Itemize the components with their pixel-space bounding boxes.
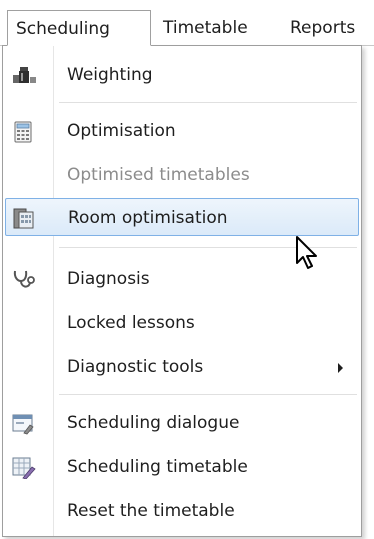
scheduling-timetable-icon <box>12 457 36 480</box>
menu-item-weighting[interactable]: Weighting <box>5 56 359 94</box>
menu-item-label: Scheduling timetable <box>67 457 248 477</box>
menu-item-diagnostic-tools[interactable]: Diagnostic tools <box>5 348 359 386</box>
menu-separator <box>59 102 357 103</box>
menu-item-label: Scheduling dialogue <box>67 413 240 433</box>
menu-tab-timetable[interactable]: Timetable <box>155 10 256 46</box>
room-optimisation-icon <box>13 208 35 229</box>
menu-item-label: Weighting <box>67 65 153 85</box>
menu-item-optimisation[interactable]: Optimisation <box>5 112 359 150</box>
weighting-icon <box>12 65 36 85</box>
menu-tab-reports[interactable]: Reports <box>282 10 363 46</box>
menu-item-label: Diagnosis <box>67 269 150 289</box>
calculator-icon <box>12 121 34 143</box>
menu-item-scheduling-dialogue[interactable]: Scheduling dialogue <box>5 404 359 442</box>
menu-bar: Scheduling Timetable Reports <box>0 0 374 46</box>
stethoscope-icon <box>12 269 35 289</box>
submenu-arrow-icon <box>338 363 343 373</box>
menu-separator <box>59 394 357 395</box>
menu-item-label: Locked lessons <box>67 313 195 333</box>
menu-tab-scheduling[interactable]: Scheduling <box>7 10 151 46</box>
menu-item-room-optimisation[interactable]: Room optimisation <box>5 198 359 236</box>
mouse-cursor-icon <box>295 235 323 271</box>
menu-item-label: Room optimisation <box>68 208 228 228</box>
menu-item-locked-lessons[interactable]: Locked lessons <box>5 304 359 342</box>
menu-item-scheduling-timetable[interactable]: Scheduling timetable <box>5 448 359 486</box>
scheduling-dialogue-icon <box>12 413 34 435</box>
menu-item-label: Optimisation <box>67 121 176 141</box>
menu-item-label: Optimised timetables <box>67 165 250 185</box>
menu-item-optimised-timetables: Optimised timetables <box>5 156 359 194</box>
menu-item-label: Reset the timetable <box>67 501 235 521</box>
menu-item-reset-timetable[interactable]: Reset the timetable <box>5 492 359 530</box>
menu-item-label: Diagnostic tools <box>67 357 204 377</box>
scheduling-dropdown-menu: Weighting Optimisation Optimised timetab… <box>2 45 362 537</box>
